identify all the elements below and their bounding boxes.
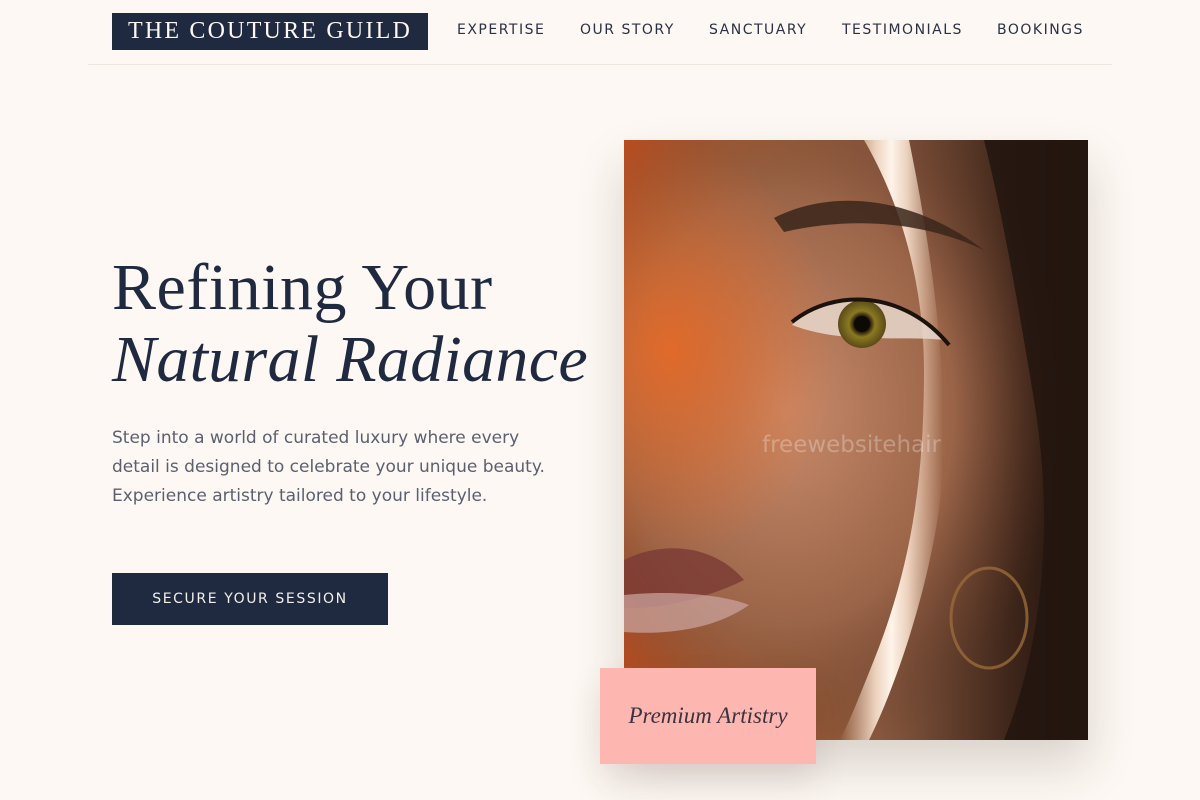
nav-item-bookings[interactable]: BOOKINGS <box>997 22 1084 38</box>
secure-session-button[interactable]: SECURE YOUR SESSION <box>112 573 388 625</box>
site-header: THE COUTURE GUILD EXPERTISE OUR STORY SA… <box>88 0 1112 65</box>
hero-portrait-image: freewebsitehair <box>624 140 1088 740</box>
hero-description: Step into a world of curated luxury wher… <box>112 428 545 506</box>
nav-item-sanctuary[interactable]: SANCTUARY <box>709 22 807 38</box>
nav-item-testimonials[interactable]: TESTIMONIALS <box>842 22 963 38</box>
nav-item-expertise[interactable]: EXPERTISE <box>457 22 545 38</box>
hero-title: Refining Your Natural Radiance <box>112 252 588 396</box>
hero-title-line2: Natural Radiance <box>112 323 588 396</box>
nav-item-our-story[interactable]: OUR STORY <box>580 22 675 38</box>
image-watermark: freewebsitehair <box>762 432 941 458</box>
premium-artistry-badge: Premium Artistry <box>600 668 816 764</box>
brand-logo[interactable]: THE COUTURE GUILD <box>112 13 428 50</box>
hero-title-line1: Refining Your <box>112 251 493 324</box>
